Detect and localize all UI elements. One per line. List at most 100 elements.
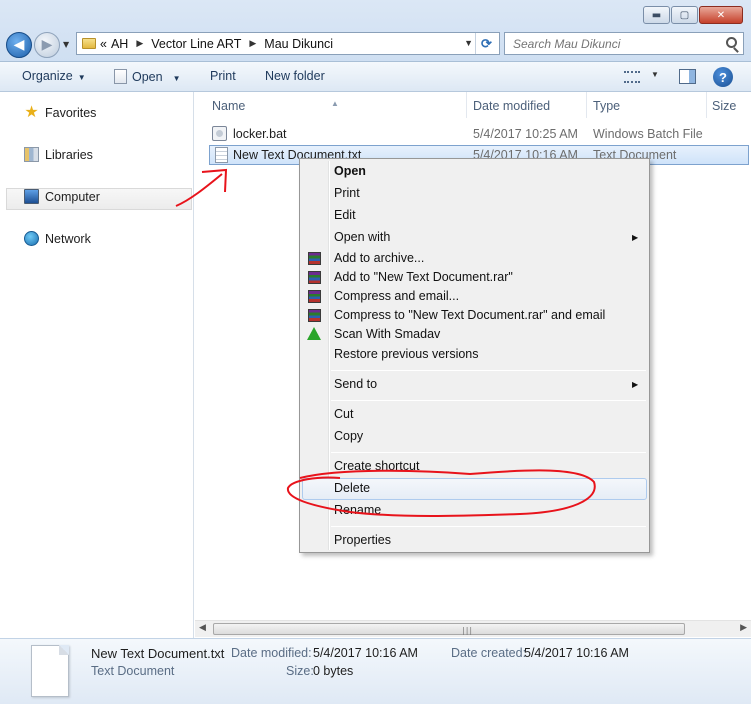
scrollbar-grip: ||| [462,626,474,635]
winrar-icon [308,252,321,265]
organize-label: Organize [22,69,73,83]
close-button[interactable]: ✕ [699,6,743,24]
scrollbar-thumb[interactable]: ||| [213,623,685,635]
text-document-thumbnail-icon [31,645,69,697]
recent-pages-dropdown[interactable]: ▼ [63,40,69,49]
command-bar: Organize ▼ Open ▼ Print New folder ▼ ? [0,62,751,92]
file-date-modified: 5/4/2017 10:25 AM [473,127,578,141]
text-file-icon [215,147,228,163]
details-filename: New Text Document.txt [91,646,225,661]
nav-item-computer[interactable]: Computer [24,189,100,204]
column-divider[interactable] [466,92,467,118]
column-divider[interactable] [706,92,707,118]
nav-item-label: Libraries [45,147,93,162]
details-date-created-value: 5/4/2017 10:16 AM [524,646,629,660]
breadcrumb-mau-dikunci[interactable]: Mau Dikunci [264,37,333,51]
menu-item-open[interactable]: Open [334,164,366,182]
star-icon: ★ [24,104,39,121]
menu-item-delete[interactable]: Delete [334,481,370,499]
column-header-size[interactable]: Size [712,99,736,113]
menu-item-cut[interactable]: Cut [334,407,353,425]
batch-file-icon [212,126,227,141]
menu-item-open-with[interactable]: Open with [334,230,390,248]
open-label: Open [132,70,163,84]
computer-icon [24,189,39,204]
folder-icon [82,38,96,49]
change-view-icon[interactable] [624,71,640,83]
nav-item-label: Network [45,231,91,246]
search-icon[interactable] [726,37,737,48]
horizontal-scrollbar[interactable]: ◀ ||| ▶ [195,620,751,637]
sort-ascending-icon: ▲ [331,99,339,108]
file-name: locker.bat [233,127,287,141]
chevron-down-icon: ▼ [172,74,181,83]
menu-separator [331,370,646,371]
file-row-locker-bat[interactable]: locker.bat 5/4/2017 10:25 AM Windows Bat… [207,124,747,144]
menu-item-edit[interactable]: Edit [334,208,356,226]
smadav-icon [307,327,321,340]
details-date-created-label: Date created: [451,646,527,660]
menu-item-restore-previous-versions[interactable]: Restore previous versions [334,347,479,365]
help-icon[interactable]: ? [713,67,733,87]
column-header-row: ▲ Name Date modified Type Size [195,92,751,118]
organize-button[interactable]: Organize ▼ [22,69,86,83]
breadcrumb-separator-icon[interactable]: ▶ [136,38,143,49]
menu-item-scan-smadav[interactable]: Scan With Smadav [334,327,440,345]
preview-pane-icon[interactable] [679,69,696,84]
menu-item-copy[interactable]: Copy [334,429,363,447]
open-button[interactable]: Open ▼ [114,69,181,84]
menu-separator [331,400,646,401]
details-date-modified-label: Date modified: [231,646,312,660]
scroll-right-icon[interactable]: ▶ [740,623,747,633]
network-icon [24,231,39,246]
menu-item-send-to[interactable]: Send to [334,377,377,395]
search-input[interactable] [513,36,713,51]
menu-item-properties[interactable]: Properties [334,533,391,551]
column-divider[interactable] [586,92,587,118]
address-bar[interactable]: « AH ▶ Vector Line ART ▶ Mau Dikunci ▼ ⟳ [76,32,500,55]
menu-item-compress-and-email[interactable]: Compress and email... [334,289,459,307]
breadcrumb-separator-icon[interactable]: ▶ [249,38,256,49]
address-dropdown-icon[interactable]: ▼ [464,38,473,48]
forward-arrow-icon: ▶ [41,37,53,53]
submenu-arrow-icon: ▶ [632,380,639,389]
breadcrumb-overflow[interactable]: « [100,37,107,51]
nav-item-favorites[interactable]: ★ Favorites [24,104,97,121]
refresh-button[interactable]: ⟳ [475,33,497,54]
winrar-icon [308,271,321,284]
menu-item-compress-rar-and-email[interactable]: Compress to "New Text Document.rar" and … [334,308,605,326]
window-controls: ▬ ▢ ✕ [642,6,743,24]
open-document-icon [114,69,127,84]
menu-item-add-to-archive[interactable]: Add to archive... [334,251,424,269]
maximize-button[interactable]: ▢ [671,6,698,24]
menu-item-create-shortcut[interactable]: Create shortcut [334,459,419,477]
view-options-dropdown[interactable]: ▼ [651,70,659,79]
breadcrumb-vector-line-art[interactable]: Vector Line ART [151,37,241,51]
back-button[interactable]: ◀ [6,32,32,58]
libraries-icon [24,147,39,162]
winrar-icon [308,290,321,303]
window-titlebar: ▬ ▢ ✕ ◀ ▶ ▼ « AH ▶ Vector Line ART ▶ Mau… [0,0,751,62]
search-box[interactable] [504,32,744,55]
column-header-date-modified[interactable]: Date modified [473,99,550,113]
context-menu: Open Print Edit Open with ▶ Add to archi… [299,158,650,553]
column-header-name[interactable]: Name [212,99,245,113]
breadcrumb-ah[interactable]: AH [111,37,128,51]
new-folder-button[interactable]: New folder [265,69,325,83]
menu-item-print[interactable]: Print [334,186,360,204]
file-type: Windows Batch File [593,127,703,141]
nav-item-label: Favorites [45,105,97,120]
print-button[interactable]: Print [210,69,236,83]
minimize-button[interactable]: ▬ [643,6,670,24]
nav-item-libraries[interactable]: Libraries [24,147,93,162]
details-pane: New Text Document.txt Text Document Date… [0,638,751,704]
column-header-type[interactable]: Type [593,99,620,113]
scroll-left-icon[interactable]: ◀ [199,623,206,633]
menu-item-rename[interactable]: Rename [334,503,381,521]
menu-separator [331,526,646,527]
details-size-label: Size: [286,664,314,678]
menu-item-add-to-rar[interactable]: Add to "New Text Document.rar" [334,270,513,288]
forward-button[interactable]: ▶ [34,32,60,58]
nav-item-network[interactable]: Network [24,231,91,246]
details-size-value: 0 bytes [313,664,354,678]
